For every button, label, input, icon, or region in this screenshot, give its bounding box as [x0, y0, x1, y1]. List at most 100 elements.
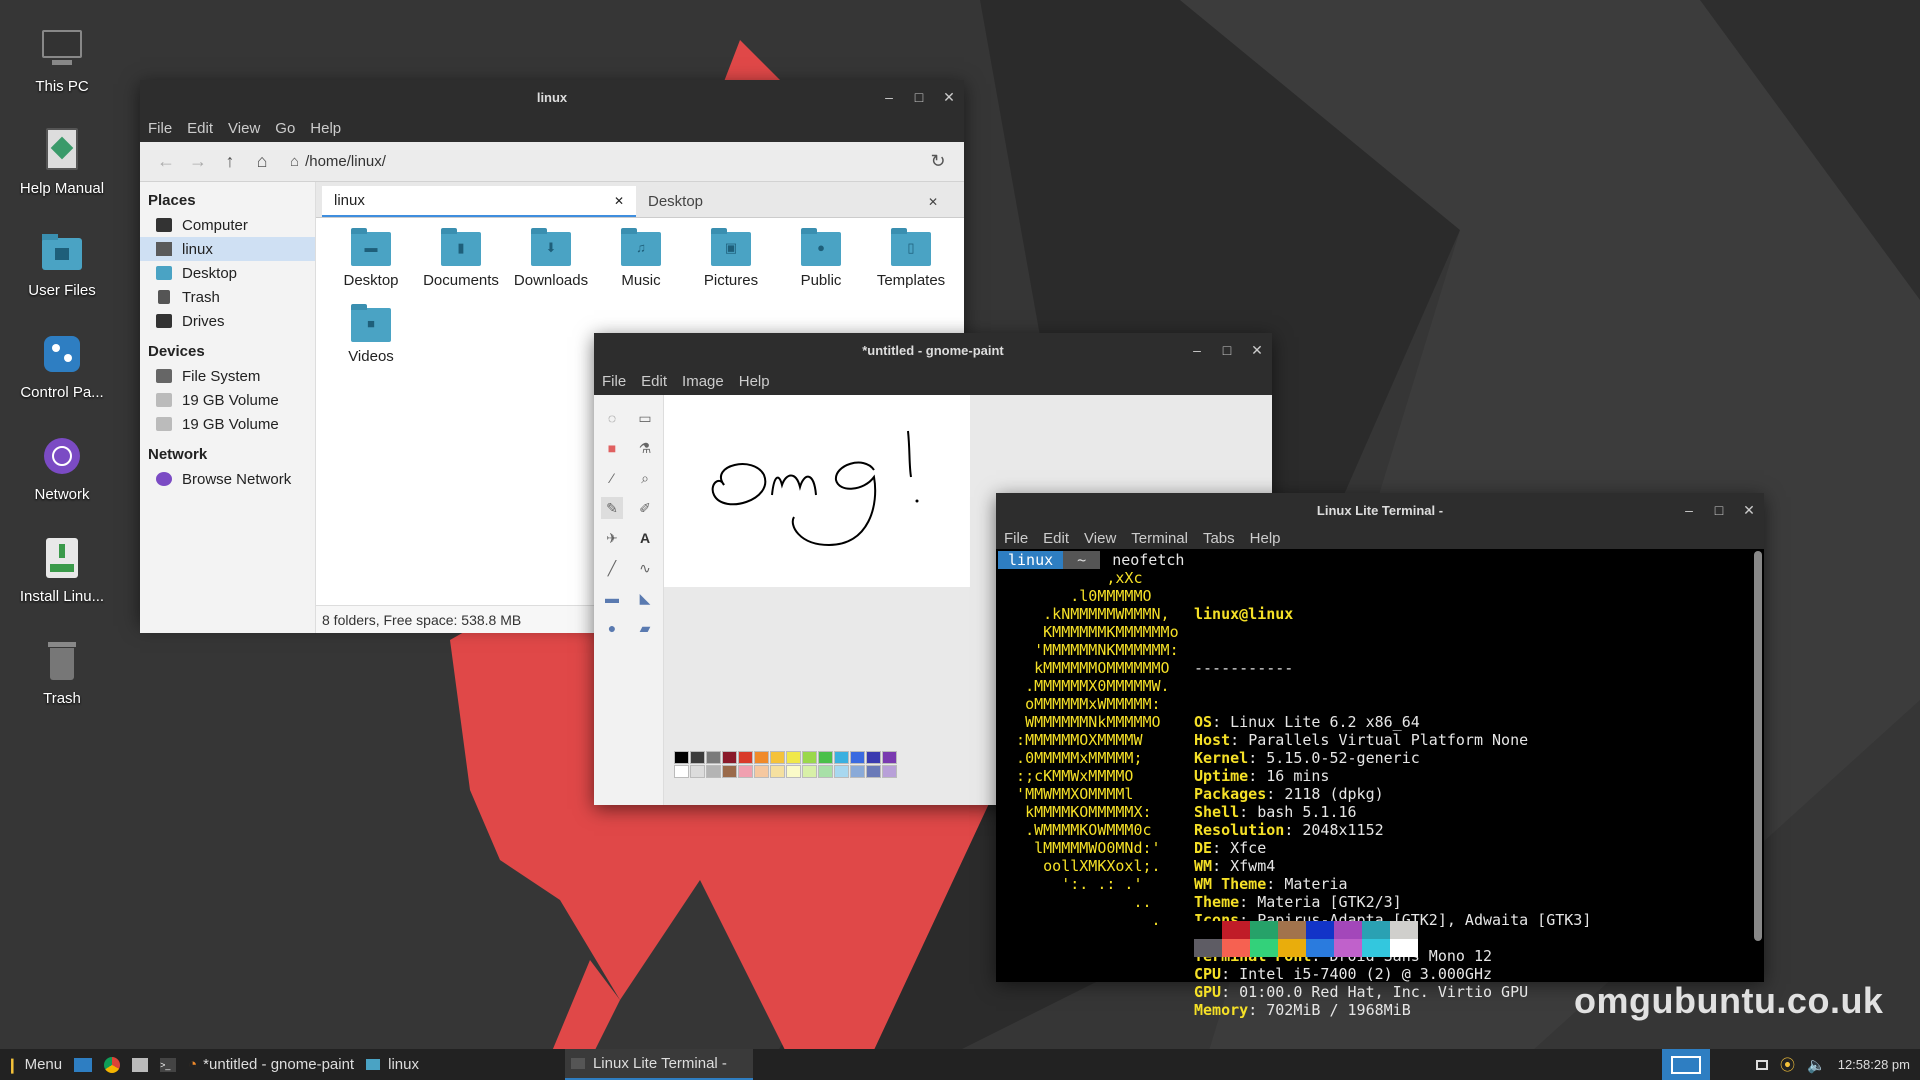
minimize-button[interactable]: – [1190, 342, 1204, 358]
folder-pictures[interactable]: ▣ Pictures [686, 228, 776, 304]
palette-swatch[interactable] [722, 751, 737, 764]
palette-swatch[interactable] [786, 751, 801, 764]
desktop-icon-network[interactable]: Network [0, 432, 124, 503]
home-icon[interactable]: ⌂ [246, 151, 278, 172]
color-picker-icon[interactable]: ⁄ [601, 467, 623, 489]
brush-icon[interactable]: ✐ [634, 497, 656, 519]
task-terminal[interactable]: Linux Lite Terminal - [564, 1049, 753, 1080]
task-paint[interactable]: ◔ *untitled - gnome-paint [182, 1049, 360, 1080]
menu-edit[interactable]: Edit [187, 120, 213, 137]
forward-arrow-icon[interactable]: → [182, 151, 214, 172]
palette-swatch[interactable] [834, 765, 849, 778]
location-bar[interactable]: ⌂ /home/linux/ [290, 148, 922, 176]
curve-icon[interactable]: ∿ [634, 557, 656, 579]
tray-updates-icon[interactable]: ⦿ [1774, 1049, 1801, 1080]
menu-terminal[interactable]: Terminal [1131, 530, 1188, 547]
text-tool-icon[interactable]: A [634, 527, 656, 549]
palette-swatch[interactable] [818, 751, 833, 764]
clock[interactable]: 12:58:28 pm [1832, 1049, 1920, 1080]
drawing-canvas[interactable] [664, 395, 970, 587]
pencil-icon[interactable]: ✎ [601, 497, 623, 519]
palette-swatch[interactable] [738, 751, 753, 764]
terminal-scrollbar[interactable] [1754, 551, 1762, 941]
palette-swatch[interactable] [850, 751, 865, 764]
line-icon[interactable]: ╱ [601, 557, 623, 579]
menu-help[interactable]: Help [1250, 530, 1281, 547]
tray-window-icon[interactable] [1750, 1049, 1774, 1080]
close-button[interactable]: ✕ [1742, 502, 1756, 519]
zoom-icon[interactable]: ⌕ [634, 467, 656, 489]
tab-desktop[interactable]: Desktop ✕ [636, 186, 950, 217]
polygon-icon[interactable]: ◣ [634, 587, 656, 609]
palette-swatch[interactable] [754, 765, 769, 778]
desktop-icon-user-files[interactable]: User Files [0, 228, 124, 299]
palette-swatch[interactable] [882, 765, 897, 778]
close-tab-icon[interactable]: ✕ [614, 194, 624, 208]
rectangle-icon[interactable]: ▬ [601, 587, 623, 609]
terminal-titlebar[interactable]: Linux Lite Terminal - – □ ✕ [996, 493, 1764, 527]
launcher-chrome[interactable] [98, 1049, 126, 1080]
reload-icon[interactable]: ↻ [922, 151, 954, 172]
palette-swatch[interactable] [834, 751, 849, 764]
menu-file[interactable]: File [148, 120, 172, 137]
menu-edit[interactable]: Edit [641, 373, 667, 390]
desktop-icon-this-pc[interactable]: This PC [0, 24, 124, 95]
palette-swatch[interactable] [770, 751, 785, 764]
palette-swatch[interactable] [866, 765, 881, 778]
close-tab-icon[interactable]: ✕ [928, 195, 938, 209]
desktop-icon-install[interactable]: Install Linu... [0, 534, 124, 605]
sidebar-item-browse-network[interactable]: Browse Network [140, 467, 315, 491]
maximize-button[interactable]: □ [1712, 502, 1726, 518]
menu-help[interactable]: Help [310, 120, 341, 137]
palette-swatch[interactable] [802, 751, 817, 764]
palette-swatch[interactable] [722, 765, 737, 778]
eraser-icon[interactable]: ■ [601, 437, 623, 459]
palette-swatch[interactable] [690, 765, 705, 778]
palette-swatch[interactable] [882, 751, 897, 764]
maximize-button[interactable]: □ [912, 89, 926, 105]
menu-tabs[interactable]: Tabs [1203, 530, 1235, 547]
rounded-rect-icon[interactable]: ▰ [634, 617, 656, 639]
palette-swatch[interactable] [738, 765, 753, 778]
menu-file[interactable]: File [1004, 530, 1028, 547]
desktop-icon-control-panel[interactable]: Control Pa... [0, 330, 124, 401]
menu-help[interactable]: Help [739, 373, 770, 390]
palette-swatch[interactable] [674, 765, 689, 778]
palette-swatch[interactable] [818, 765, 833, 778]
tab-linux[interactable]: linux ✕ [322, 186, 636, 217]
palette-swatch[interactable] [850, 765, 865, 778]
lasso-select-icon[interactable]: ◌ [601, 407, 623, 429]
up-arrow-icon[interactable]: ↑ [214, 151, 246, 172]
palette-swatch[interactable] [706, 765, 721, 778]
menu-edit[interactable]: Edit [1043, 530, 1069, 547]
terminal-output[interactable]: linux ~ neofetch ,xXc .l0MMMMMO .kNMMMMM… [996, 549, 1764, 1019]
sidebar-item-file-system[interactable]: File System [140, 364, 315, 388]
desktop-icon-help-manual[interactable]: Help Manual [0, 126, 124, 197]
folder-documents[interactable]: ▮ Documents [416, 228, 506, 304]
palette-swatch[interactable] [770, 765, 785, 778]
palette-swatch[interactable] [690, 751, 705, 764]
palette-swatch[interactable] [754, 751, 769, 764]
menu-image[interactable]: Image [682, 373, 724, 390]
sidebar-item-drives[interactable]: Drives [140, 309, 315, 333]
menu-go[interactable]: Go [275, 120, 295, 137]
menu-view[interactable]: View [228, 120, 260, 137]
palette-swatch[interactable] [802, 765, 817, 778]
launcher-files[interactable] [126, 1049, 154, 1080]
folder-desktop[interactable]: ▬ Desktop [326, 228, 416, 304]
close-button[interactable]: ✕ [942, 89, 956, 106]
sidebar-item-volume-1[interactable]: 19 GB Volume [140, 388, 315, 412]
desktop-icon-trash[interactable]: Trash [0, 636, 124, 707]
palette-swatch[interactable] [866, 751, 881, 764]
folder-templates[interactable]: ▯ Templates [866, 228, 956, 304]
sidebar-item-linux[interactable]: linux [140, 237, 315, 261]
paint-titlebar[interactable]: *untitled - gnome-paint – □ ✕ [594, 333, 1272, 367]
airbrush-icon[interactable]: ✈ [601, 527, 623, 549]
file-manager-titlebar[interactable]: linux – □ ✕ [140, 80, 964, 114]
close-button[interactable]: ✕ [1250, 342, 1264, 359]
menu-button[interactable]: ❙ Menu [0, 1049, 68, 1080]
back-arrow-icon[interactable]: ← [150, 151, 182, 172]
minimize-button[interactable]: – [882, 89, 896, 105]
menu-file[interactable]: File [602, 373, 626, 390]
maximize-button[interactable]: □ [1220, 342, 1234, 358]
